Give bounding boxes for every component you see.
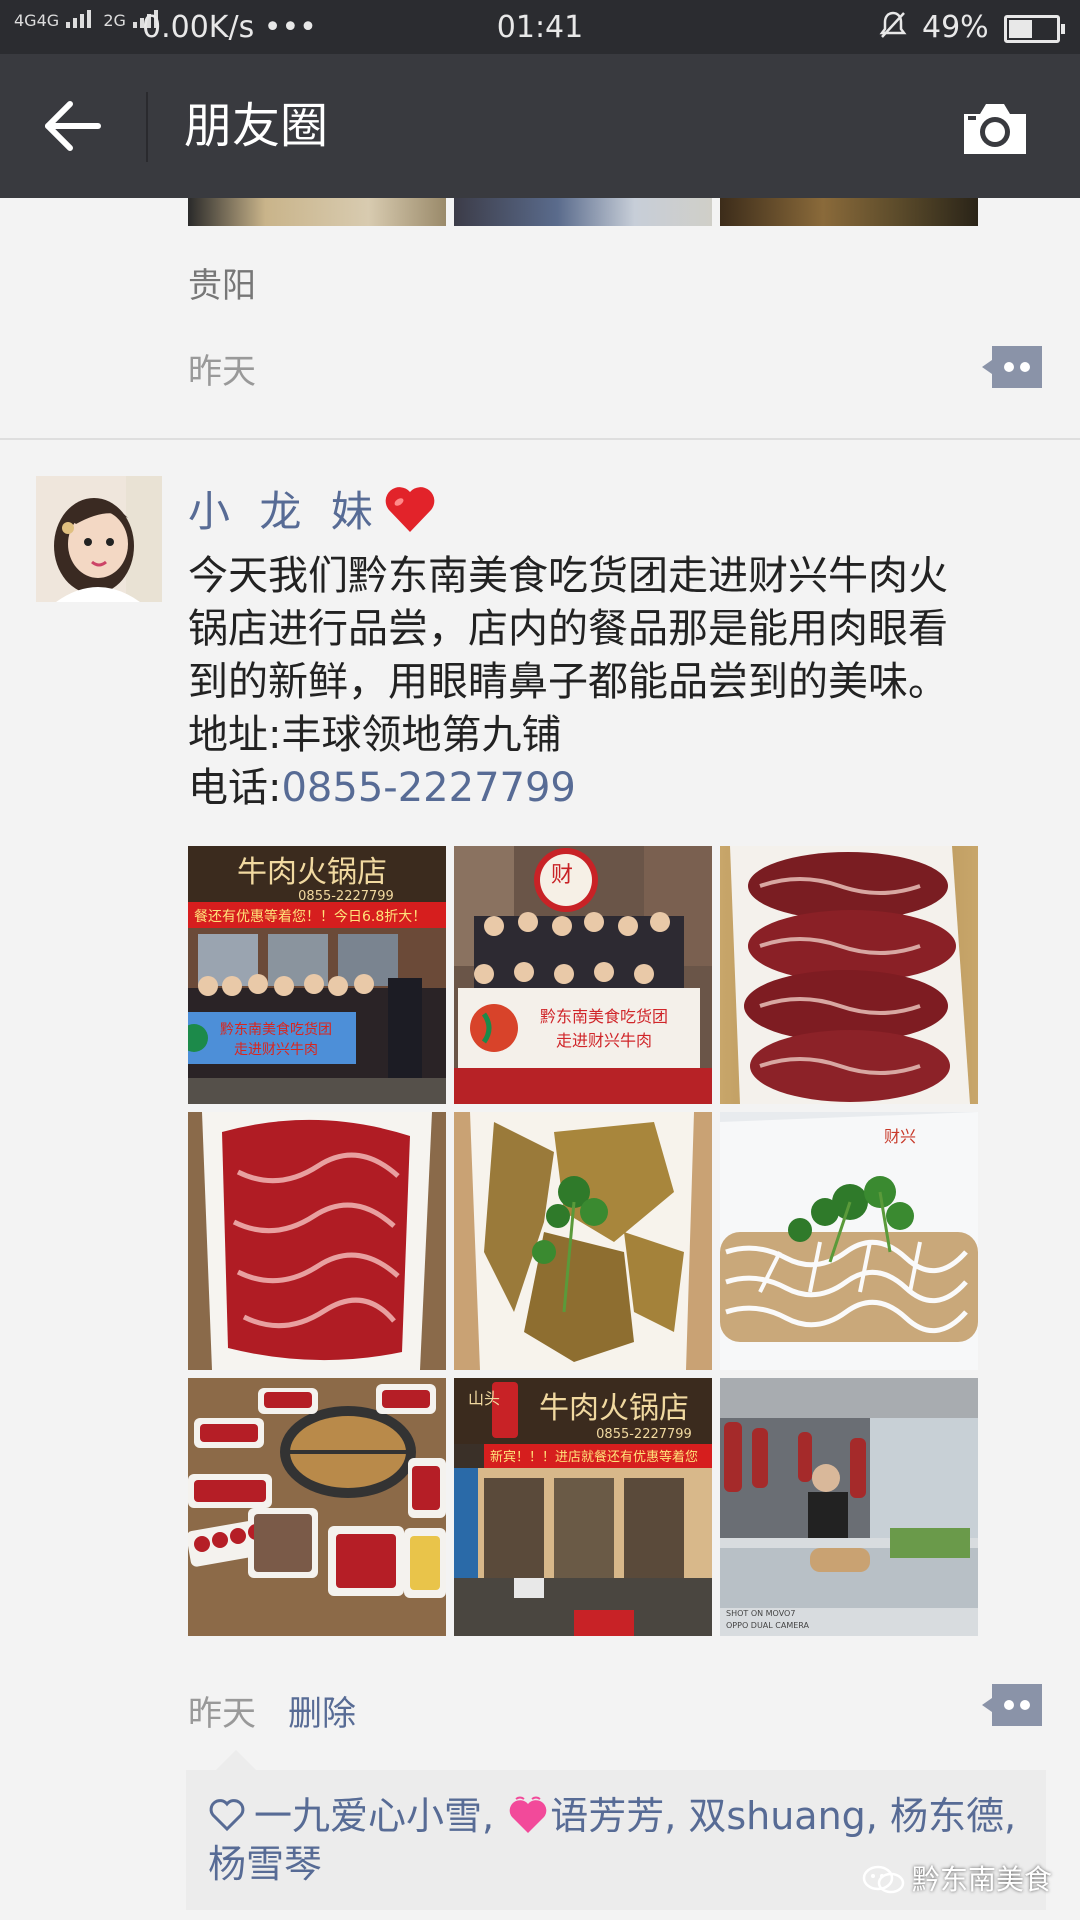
post-image-2[interactable]: 财 黔东南美食吃货团 走进财兴牛肉 — [454, 846, 712, 1104]
page-title: 朋友圈 — [184, 98, 329, 154]
post-phone-line: 电话:0855-2227799 — [188, 762, 1048, 815]
previous-post-image-2[interactable] — [454, 198, 712, 226]
post-separator — [0, 438, 1080, 440]
delete-link[interactable]: 删除 — [288, 1686, 356, 1735]
post-text-line-3: 到的新鲜，用眼睛鼻子都能品尝到的美味。 — [188, 659, 948, 705]
phone-link[interactable]: 0855-2227799 — [281, 765, 575, 811]
pink-heart-icon — [509, 1796, 547, 1833]
image-1-held-banner-1: 黔东南美食吃货团 — [220, 1021, 332, 1038]
post-image-1[interactable]: 牛肉火锅店 0855-2227799 餐还有优惠等着您！！今日6.8折大！ 黔东… — [188, 846, 446, 1104]
post-image-4[interactable] — [188, 1112, 446, 1370]
image-8-sign: 牛肉火锅店 — [539, 1391, 689, 1426]
liker-1[interactable]: 一九爱心小雪, — [254, 1794, 494, 1838]
previous-post-image-3[interactable] — [720, 198, 978, 226]
post-image-5[interactable] — [454, 1112, 712, 1370]
image-2-logo: 财 — [551, 863, 573, 888]
image-1-banner: 餐还有优惠等着您！！今日6.8折大！ — [194, 908, 426, 925]
red-heart-icon — [385, 487, 435, 532]
heart-outline-icon — [209, 1799, 245, 1832]
post-time: 昨天 — [188, 1694, 256, 1734]
post-text-line-2: 锅店进行品尝，店内的餐品那是能用肉眼看 — [188, 606, 948, 652]
image-8-banner: 新宾！！！进店就餐还有优惠等着您 — [490, 1449, 698, 1465]
previous-post-location[interactable]: 贵阳 — [188, 258, 256, 307]
post-image-grid: 牛肉火锅店 0855-2227799 餐还有优惠等着您！！今日6.8折大！ 黔东… — [188, 846, 978, 1636]
battery-level — [1009, 20, 1032, 38]
post-image-9[interactable]: SHOT ON MOVO7 OPPO DUAL CAMERA — [720, 1378, 978, 1636]
post-image-3[interactable] — [720, 846, 978, 1104]
image-6-plate-text: 财兴 — [884, 1127, 916, 1146]
image-8-phone: 0855-2227799 — [596, 1427, 692, 1442]
image-2-held-banner-2: 走进财兴牛肉 — [556, 1031, 652, 1050]
previous-post-image-1[interactable] — [188, 198, 446, 226]
post-image-7[interactable] — [188, 1378, 446, 1636]
status-bar: 4G4G 2G 0.00K/s ••• 01:41 49% — [0, 0, 1080, 54]
image-9-caption-2: OPPO DUAL CAMERA — [726, 1621, 810, 1630]
mute-bell-icon — [878, 10, 908, 47]
nav-bar: 朋友圈 — [0, 54, 1080, 198]
camera-icon[interactable] — [960, 100, 1030, 156]
comment-more-icon[interactable] — [980, 344, 1044, 390]
post-author[interactable]: 小 龙 妹 — [188, 478, 437, 539]
status-time: 01:41 — [496, 10, 584, 45]
watermark-text: 黔东南美食 — [912, 1863, 1053, 1896]
image-9-caption-1: SHOT ON MOVO7 — [726, 1609, 795, 1618]
image-1-held-banner-2: 走进财兴牛肉 — [234, 1042, 318, 1058]
watermark: 黔东南美食 — [862, 1858, 1052, 1898]
author-name[interactable]: 小 龙 妹 — [188, 487, 381, 536]
battery-icon — [1004, 15, 1065, 43]
phone-label: 电话: — [188, 765, 282, 811]
post-image-8[interactable]: 山头 牛肉火锅店 0855-2227799 新宾！！！进店就餐还有优惠等着您 — [454, 1378, 712, 1636]
nav-divider — [146, 92, 148, 162]
image-1-sign: 牛肉火锅店 — [237, 855, 387, 890]
battery-percent: 49% — [922, 10, 989, 45]
avatar[interactable] — [36, 476, 162, 602]
wechat-icon — [862, 1865, 905, 1894]
image-2-held-banner-1: 黔东南美食吃货团 — [540, 1007, 668, 1026]
previous-post-time: 昨天 — [188, 352, 256, 392]
arrow-left-icon[interactable] — [42, 98, 102, 154]
post-address: 地址:丰球领地第九铺 — [188, 712, 562, 758]
image-8-sign-left: 山头 — [468, 1389, 500, 1408]
post-text: 今天我们黔东南美食吃货团走进财兴牛肉火 锅店进行品尝，店内的餐品那是能用肉眼看 … — [188, 550, 1048, 815]
image-1-phone: 0855-2227799 — [298, 889, 394, 904]
post-image-6[interactable]: 财兴 — [720, 1112, 978, 1370]
comment-more-icon-2[interactable] — [980, 1682, 1044, 1728]
post-text-line-1: 今天我们黔东南美食吃货团走进财兴牛肉火 — [188, 553, 948, 599]
